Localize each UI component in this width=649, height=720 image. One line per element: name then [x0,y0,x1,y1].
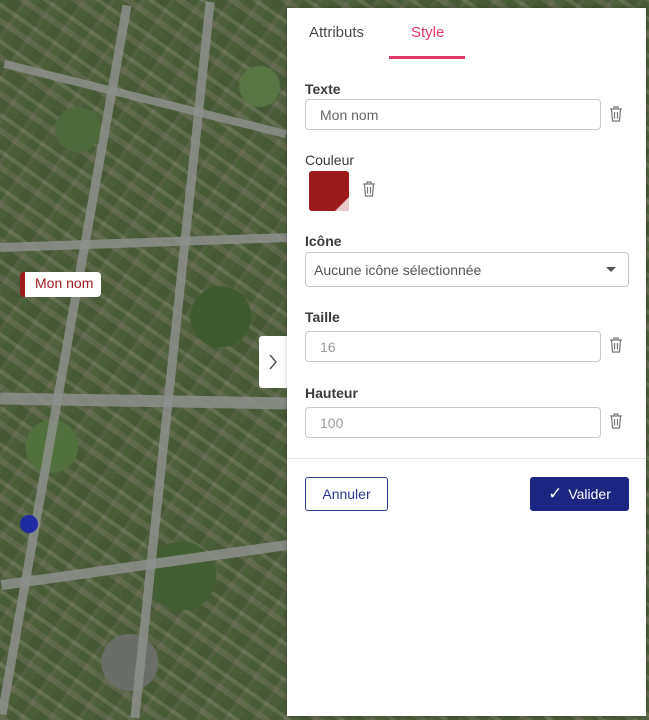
color-label: Couleur [305,152,355,168]
trash-icon[interactable] [609,413,623,429]
check-icon: ✓ [548,484,563,503]
icon-label: Icône [305,233,342,249]
trash-icon[interactable] [362,181,376,197]
map-marker-text: Mon nom [35,275,94,291]
text-input[interactable]: Mon nom [305,99,601,130]
map-marker-label[interactable]: Mon nom [20,272,102,297]
caret-down-icon [606,267,616,272]
height-label: Hauteur [305,385,358,401]
height-input-placeholder: 100 [320,414,344,431]
panel-toggle-button[interactable] [259,336,287,388]
map-road [3,60,287,138]
tab-attributs[interactable]: Attributs [309,24,364,41]
height-input[interactable]: 100 [305,407,601,438]
text-label: Texte [305,81,341,97]
icon-select-value: Aucune icône sélectionnée [314,261,482,278]
tab-style[interactable]: Style [411,24,444,41]
divider [287,458,646,459]
trash-icon[interactable] [609,337,623,353]
active-tab-indicator [389,56,465,59]
map-road [0,4,132,716]
text-input-value: Mon nom [320,106,379,123]
size-input[interactable]: 16 [305,331,601,362]
size-label: Taille [305,309,340,325]
chevron-right-icon [269,354,277,370]
cancel-button[interactable]: Annuler [305,477,388,511]
map-road [0,232,291,253]
tab-bar: Attributs Style [287,8,646,59]
map-point-marker[interactable] [20,515,38,533]
size-input-placeholder: 16 [320,338,336,355]
style-panel: Attributs Style Texte Mon nom Couleur Ic… [287,8,646,716]
color-swatch[interactable] [309,171,349,211]
map-road [0,392,291,410]
icon-select[interactable]: Aucune icône sélectionnée [305,252,629,287]
trash-icon[interactable] [609,106,623,122]
submit-button-label: Valider [568,486,611,502]
edit-corner-icon [335,197,349,211]
submit-button[interactable]: ✓ Valider [530,477,629,511]
cancel-button-label: Annuler [322,486,371,502]
